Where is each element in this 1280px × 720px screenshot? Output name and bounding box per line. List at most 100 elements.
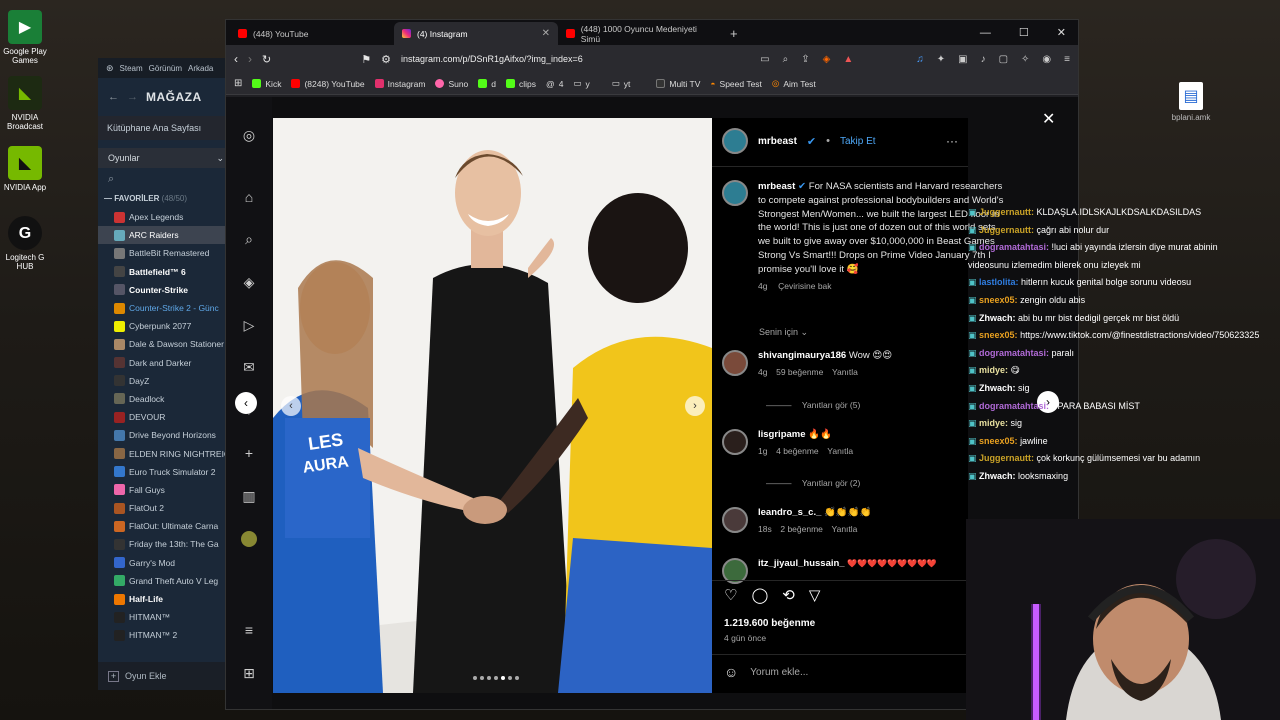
bookmark-icon[interactable]: ⚑ — [361, 53, 371, 66]
tab-youtube[interactable]: (448) YouTube — [230, 22, 394, 45]
more-options-icon[interactable]: ··· — [946, 134, 958, 148]
forward-icon[interactable]: › — [248, 52, 252, 66]
steam-game-item[interactable]: HITMAN™ — [98, 608, 228, 626]
steam-game-item[interactable]: DEVOUR — [98, 408, 228, 426]
vpn-icon[interactable]: ◉ — [1042, 54, 1051, 65]
desktop-icon-logitech-g-hub[interactable]: G Logitech G HUB — [0, 216, 50, 271]
pin-icon[interactable]: ✧ — [1021, 54, 1029, 65]
steam-game-item[interactable]: HITMAN™ 2 — [98, 626, 228, 644]
add-game-button[interactable]: + Oyun Ekle — [98, 662, 228, 690]
comment-username[interactable]: leandro_s_c._ — [758, 507, 821, 518]
steam-game-item[interactable]: Grand Theft Auto V Leg — [98, 572, 228, 590]
close-window-icon[interactable]: ✕ — [1057, 26, 1066, 39]
bookmark-4[interactable]: @4 — [546, 79, 563, 89]
chat-username[interactable]: dogramatahtasi: — [979, 348, 1049, 358]
steam-game-item[interactable]: Counter-Strike — [98, 281, 228, 299]
steam-game-item[interactable]: Fall Guys — [98, 481, 228, 499]
steam-game-item[interactable]: Cyberpunk 2077 — [98, 317, 228, 335]
chat-username[interactable]: lastlolita: — [979, 277, 1019, 287]
more-menu-icon[interactable]: ≡ — [241, 622, 257, 638]
games-filter-select[interactable]: Oyunlar ⌄ — [98, 148, 228, 168]
cast-icon[interactable]: ▭ — [760, 54, 769, 65]
chat-username[interactable]: sneex05: — [979, 330, 1018, 340]
bookmark-kick[interactable]: Kick — [252, 79, 281, 89]
steam-game-item[interactable]: FlatOut 2 — [98, 499, 228, 517]
back-arrow-icon[interactable]: ← — [108, 91, 119, 103]
prev-post-button[interactable]: ‹ — [235, 392, 257, 414]
chat-username[interactable]: Juggernautt: — [979, 453, 1034, 463]
wallet-icon[interactable]: ▢ — [999, 54, 1008, 65]
minimize-icon[interactable]: — — [980, 27, 991, 39]
chat-username[interactable]: sneex05: — [979, 436, 1018, 446]
modal-close-icon[interactable]: ✕ — [1042, 109, 1055, 129]
rewards-icon[interactable]: ▲ — [843, 54, 853, 65]
chat-username[interactable]: Juggernautt: — [979, 225, 1034, 235]
comment-avatar[interactable] — [722, 429, 748, 455]
messages-icon[interactable]: ✉ — [241, 359, 257, 375]
chat-username[interactable]: midye: — [979, 365, 1008, 375]
like-heart-icon[interactable]: ♡ — [724, 586, 737, 604]
steam-game-item[interactable]: ARC Raiders — [98, 226, 228, 245]
photo-prev-arrow-icon[interactable]: ‹ — [281, 396, 301, 416]
audio-icon[interactable]: ♫ — [916, 54, 924, 65]
photo-next-arrow-icon[interactable]: › — [685, 396, 705, 416]
comment-input[interactable]: Yorum ekle... — [750, 667, 808, 678]
steam-game-item[interactable]: DayZ — [98, 372, 228, 390]
comment-username[interactable]: shivangimaurya186 — [758, 350, 846, 361]
profile-avatar[interactable] — [241, 531, 257, 547]
extension-icon[interactable]: ✦ — [937, 54, 945, 65]
steam-game-item[interactable]: Battlefield™ 6 — [98, 263, 228, 281]
follow-button[interactable]: Takip Et — [840, 136, 876, 147]
bookmark-folder-yt[interactable]: ▭ yt — [612, 78, 631, 89]
reload-icon[interactable]: ↻ — [262, 53, 271, 66]
site-settings-icon[interactable]: ⚙ — [381, 53, 391, 66]
steam-game-item[interactable]: Dark and Darker — [98, 354, 228, 372]
instagram-logo-icon[interactable]: ◎ — [241, 127, 257, 143]
desktop-icon-bplani[interactable]: ▤ bplani.amk — [1166, 82, 1216, 122]
view-replies-link[interactable]: ——— Yanıtları gör (5) — [766, 400, 860, 410]
caption-username[interactable]: mrbeast — [758, 181, 795, 192]
steam-game-item[interactable]: ELDEN RING NIGHTREIGN — [98, 444, 228, 462]
author-username[interactable]: mrbeast — [758, 136, 797, 147]
desktop-icon-google-play-games[interactable]: ▶ Google Play Games — [0, 10, 50, 65]
chat-username[interactable]: Juggernautt: — [979, 207, 1034, 217]
explore-icon[interactable]: ◈ — [241, 274, 257, 290]
chat-username[interactable]: sneex05: — [979, 295, 1018, 305]
maximize-icon[interactable]: ☐ — [1019, 26, 1029, 39]
desktop-icon-nvidia-broadcast[interactable]: ◣ NVIDIA Broadcast — [0, 76, 50, 131]
bookmark-speed-test[interactable]: ◓ Speed Test — [710, 79, 762, 89]
music-icon[interactable]: ♪ — [981, 54, 986, 65]
comment-username[interactable]: itz_jiyaul_hussain_ — [758, 558, 845, 569]
dashboard-icon[interactable]: ▥ — [241, 488, 257, 504]
steam-menu-steam[interactable]: Steam — [120, 64, 143, 73]
share-send-icon[interactable]: ▽ — [809, 586, 821, 604]
bookmark-clips[interactable]: clips — [506, 79, 536, 89]
bookmark-suno[interactable]: Suno — [435, 79, 468, 89]
home-icon[interactable]: ⌂ — [241, 189, 257, 205]
back-icon[interactable]: ‹ — [234, 52, 238, 66]
repost-icon[interactable]: ⟲ — [782, 586, 795, 604]
chat-username[interactable]: dogramatahtasi: — [979, 242, 1049, 252]
steam-game-item[interactable]: BattleBit Remastered — [98, 244, 228, 262]
comment-avatar[interactable] — [722, 507, 748, 533]
chat-username[interactable]: Zhwach: — [979, 383, 1016, 393]
desktop-icon-nvidia-app[interactable]: ◣ NVIDIA App — [0, 146, 50, 192]
steam-game-item[interactable]: Counter-Strike 2 - Günc — [98, 299, 228, 317]
for-you-sort[interactable]: Senin için ⌄ — [759, 327, 808, 338]
screenshot-icon[interactable]: ▣ — [958, 54, 967, 65]
share-icon[interactable]: ⇪ — [801, 54, 809, 65]
menu-icon[interactable]: ≡ — [1064, 54, 1070, 65]
steam-game-item[interactable]: Apex Legends — [98, 208, 228, 226]
create-icon[interactable]: + — [241, 445, 257, 461]
close-tab-icon[interactable]: ✕ — [542, 28, 550, 39]
tab-youtube-video[interactable]: (448) 1000 Oyuncu Medeniyeti Simü — [558, 22, 722, 45]
steam-game-item[interactable]: Half-Life — [98, 590, 228, 608]
favorites-header[interactable]: — FAVORİLER (48/50) — [98, 190, 228, 208]
steam-game-item[interactable]: Euro Truck Simulator 2 — [98, 463, 228, 481]
bookmark-multi-tv[interactable]: Multi TV — [656, 79, 700, 89]
bookmark-instagram[interactable]: Instagram — [374, 79, 425, 89]
author-avatar[interactable] — [722, 128, 748, 154]
chat-username[interactable]: Zhwach: — [979, 313, 1016, 323]
reply-link[interactable]: Yanıtla — [827, 446, 853, 456]
steam-game-item[interactable]: FlatOut: Ultimate Carna — [98, 517, 228, 535]
